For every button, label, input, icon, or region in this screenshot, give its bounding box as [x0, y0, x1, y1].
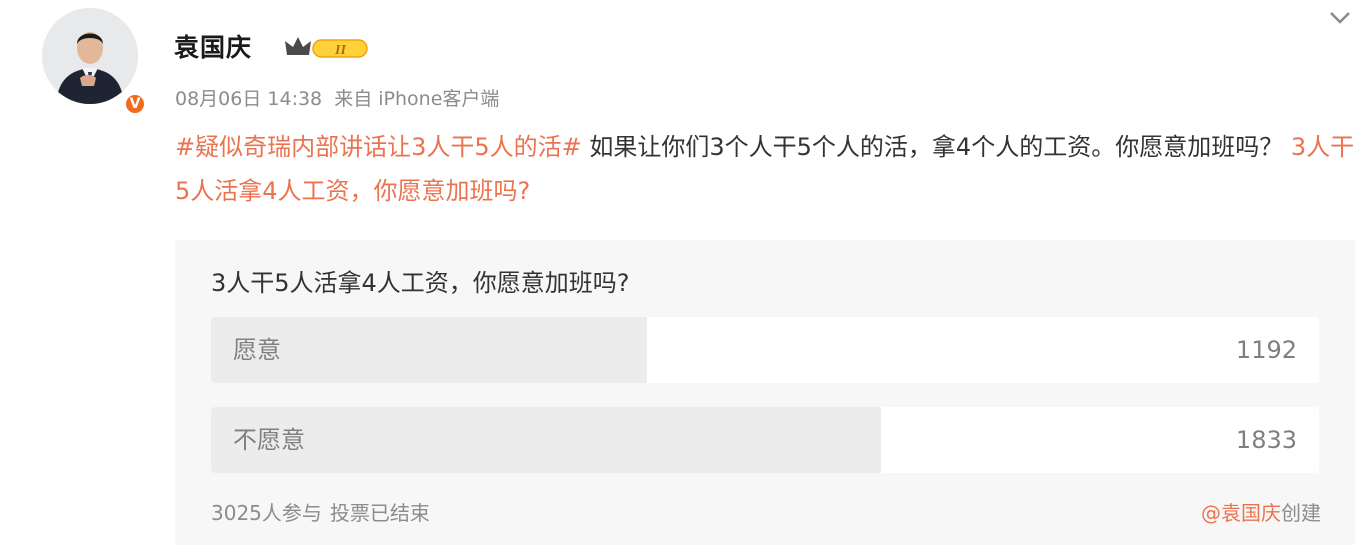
- poll-option-disagree[interactable]: 不愿意 1833: [211, 407, 1319, 473]
- post-date[interactable]: 08月06日 14:38: [175, 88, 322, 110]
- poll-participants: 3025人参与: [211, 501, 322, 525]
- poll-option-count: 1192: [1235, 336, 1297, 364]
- author-name[interactable]: 袁国庆: [174, 28, 252, 64]
- poll-footer-stats: 3025人参与 投票已结束: [211, 497, 438, 526]
- poll-option-label: 愿意: [233, 336, 281, 364]
- poll-option-label: 不愿意: [233, 426, 305, 454]
- verified-v-icon: V: [124, 93, 146, 115]
- poll-status: 投票已结束: [329, 501, 430, 525]
- post-text: #疑似奇瑞内部讲话让3人干5人的活# 如果让你们3个人干5个人的活，拿4个人的工…: [175, 125, 1355, 213]
- poll-creator-link[interactable]: @袁国庆: [1201, 501, 1281, 525]
- poll-title: 3人干5人活拿4人工资，你愿意加班吗?: [211, 269, 630, 297]
- poll-option-count: 1833: [1235, 426, 1297, 454]
- post-body-text: 如果让你们3个人干5个人的活，拿4个人的工资。你愿意加班吗？: [581, 133, 1291, 161]
- hashtag-link[interactable]: #疑似奇瑞内部讲话让3人干5人的活#: [175, 133, 582, 161]
- post-source: 来自 iPhone客户端: [334, 88, 500, 110]
- vip-level-text: II: [334, 43, 346, 58]
- poll-created-label: 创建: [1281, 501, 1321, 525]
- avatar-image: [42, 8, 138, 104]
- poll-option-agree[interactable]: 愿意 1192: [211, 317, 1319, 383]
- avatar[interactable]: [42, 8, 138, 104]
- poll-card: 3人干5人活拿4人工资，你愿意加班吗? 愿意 1192 不愿意 1833 302…: [175, 240, 1355, 545]
- poll-creator: @袁国庆创建: [1201, 497, 1321, 526]
- post-meta: 08月06日 14:38 来自 iPhone客户端: [175, 84, 505, 111]
- crown-icon[interactable]: II: [283, 33, 371, 61]
- chevron-down-icon[interactable]: [1326, 8, 1354, 28]
- poll-bar-fill: [211, 407, 881, 473]
